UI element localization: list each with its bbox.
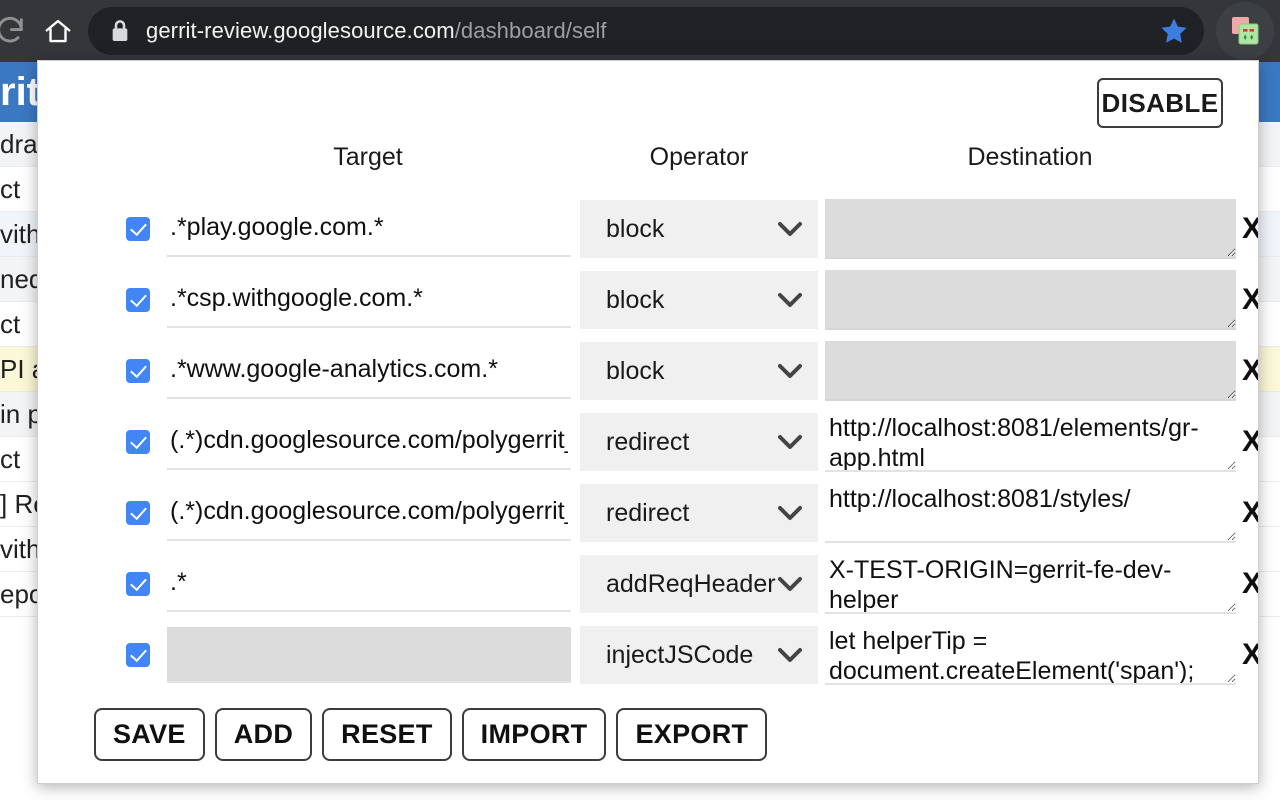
rule-enabled-checkbox[interactable] — [126, 430, 150, 454]
save-button[interactable]: SAVE — [94, 708, 205, 761]
rule-enabled-checkbox[interactable] — [126, 288, 150, 312]
disable-button[interactable]: DISABLE — [1097, 78, 1223, 128]
rule-operator-select[interactable]: blockredirectaddReqHeaderinjectJSCodeinj… — [580, 200, 818, 258]
column-headers: Target Operator Destination — [38, 143, 1258, 187]
rule-remove-button[interactable]: X — [1238, 285, 1259, 315]
background-change-subject: vith — [0, 534, 40, 564]
rule-row: blockredirectaddReqHeaderinjectJSCodeinj… — [38, 548, 1258, 619]
extension-icon-button[interactable] — [1216, 2, 1274, 60]
rule-destination-input[interactable] — [825, 341, 1236, 401]
rule-remove-button[interactable]: X — [1238, 356, 1259, 386]
rule-target-input[interactable] — [167, 272, 571, 328]
reload-icon[interactable] — [0, 7, 34, 55]
reset-button[interactable]: RESET — [322, 708, 452, 761]
rule-enabled-checkbox[interactable] — [126, 359, 150, 383]
rules-list: blockredirectaddReqHeaderinjectJSCodeinj… — [38, 193, 1258, 690]
rule-row: blockredirectaddReqHeaderinjectJSCodeinj… — [38, 406, 1258, 477]
export-button[interactable]: EXPORT — [616, 708, 767, 761]
background-change-subject: in p — [0, 399, 42, 429]
rule-target-input[interactable] — [167, 343, 571, 399]
column-header-destination: Destination — [824, 143, 1236, 172]
home-icon[interactable] — [34, 7, 82, 55]
rule-remove-button[interactable]: X — [1238, 569, 1259, 599]
rule-target-input[interactable] — [167, 201, 571, 257]
rule-enabled-checkbox[interactable] — [126, 217, 150, 241]
add-button[interactable]: ADD — [215, 708, 312, 761]
action-bar: SAVEADDRESETIMPORTEXPORT — [38, 708, 1258, 761]
address-bar[interactable]: gerrit-review.googlesource.com/dashboard… — [88, 7, 1204, 55]
rule-target-input[interactable] — [167, 627, 571, 683]
rule-operator-select[interactable]: blockredirectaddReqHeaderinjectJSCodeinj… — [580, 342, 818, 400]
rule-remove-button[interactable]: X — [1238, 498, 1259, 528]
rule-destination-input[interactable] — [825, 625, 1236, 685]
rule-enabled-checkbox[interactable] — [126, 501, 150, 525]
rule-target-input[interactable] — [167, 485, 571, 541]
rule-target-input[interactable] — [167, 414, 571, 470]
rule-row: blockredirectaddReqHeaderinjectJSCodeinj… — [38, 619, 1258, 690]
rule-row: blockredirectaddReqHeaderinjectJSCodeinj… — [38, 477, 1258, 548]
background-change-subject: vith — [0, 219, 40, 249]
rule-destination-input[interactable] — [825, 412, 1236, 472]
lock-icon — [110, 19, 130, 43]
import-button[interactable]: IMPORT — [462, 708, 607, 761]
rule-destination-input[interactable] — [825, 270, 1236, 330]
star-icon[interactable] — [1158, 15, 1190, 47]
background-change-subject: ct — [0, 174, 20, 204]
rule-enabled-checkbox[interactable] — [126, 643, 150, 667]
address-bar-text: gerrit-review.googlesource.com/dashboard… — [146, 18, 1148, 44]
background-change-subject: ct — [0, 444, 20, 474]
browser-toolbar: gerrit-review.googlesource.com/dashboard… — [0, 0, 1280, 62]
rule-destination-input[interactable] — [825, 199, 1236, 259]
url-path: /dashboard/self — [455, 18, 607, 43]
url-domain: gerrit-review.googlesource.com — [146, 18, 455, 43]
rule-target-input[interactable] — [167, 556, 571, 612]
rule-remove-button[interactable]: X — [1238, 640, 1259, 670]
extension-puzzle-icon — [1227, 13, 1263, 49]
rule-row: blockredirectaddReqHeaderinjectJSCodeinj… — [38, 193, 1258, 264]
rule-destination-input[interactable] — [825, 554, 1236, 614]
rule-enabled-checkbox[interactable] — [126, 572, 150, 596]
rule-operator-select[interactable]: blockredirectaddReqHeaderinjectJSCodeinj… — [580, 271, 818, 329]
background-change-subject: ct — [0, 309, 20, 339]
rule-operator-select[interactable]: blockredirectaddReqHeaderinjectJSCodeinj… — [580, 484, 818, 542]
popup-toolbar: DISABLE — [38, 61, 1258, 143]
rule-row: blockredirectaddReqHeaderinjectJSCodeinj… — [38, 264, 1258, 335]
rule-operator-select[interactable]: blockredirectaddReqHeaderinjectJSCodeinj… — [580, 555, 818, 613]
rule-operator-select[interactable]: blockredirectaddReqHeaderinjectJSCodeinj… — [580, 626, 818, 684]
rule-remove-button[interactable]: X — [1238, 214, 1259, 244]
rule-destination-input[interactable] — [825, 483, 1236, 543]
rule-row: blockredirectaddReqHeaderinjectJSCodeinj… — [38, 335, 1258, 406]
column-header-target: Target — [166, 143, 570, 172]
rule-remove-button[interactable]: X — [1238, 427, 1259, 457]
rule-operator-select[interactable]: blockredirectaddReqHeaderinjectJSCodeinj… — [580, 413, 818, 471]
extension-popup: DISABLE Target Operator Destination bloc… — [37, 60, 1259, 784]
column-header-operator: Operator — [580, 143, 818, 172]
